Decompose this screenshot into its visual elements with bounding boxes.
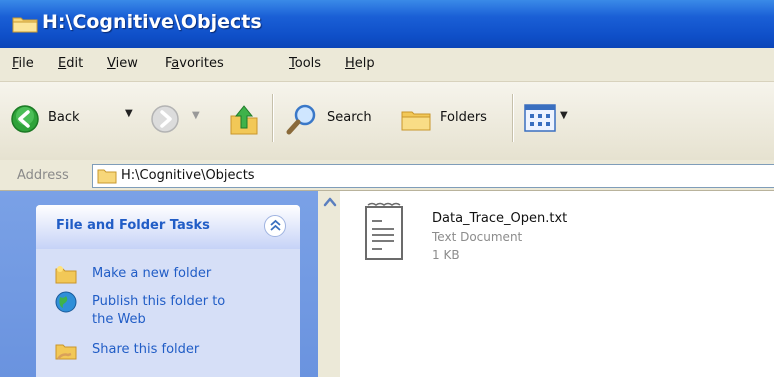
file-folder-tasks-panel: File and Folder Tasks Make a new folder bbox=[36, 205, 300, 377]
file-list-view: Data_Trace_Open.txt Text Document 1 KB bbox=[340, 191, 774, 377]
task-link-label: Make a new folder bbox=[92, 266, 212, 281]
text-document-icon bbox=[365, 202, 403, 260]
task-panel-header[interactable]: File and Folder Tasks bbox=[36, 205, 300, 249]
toolbar-separator bbox=[512, 94, 514, 142]
folders-icon bbox=[401, 111, 431, 131]
file-type: Text Document bbox=[432, 230, 523, 244]
views-button[interactable]: ▼ bbox=[524, 102, 574, 136]
folder-icon bbox=[97, 169, 117, 184]
task-link-label: Publish this folder to bbox=[92, 294, 226, 309]
back-arrow-icon bbox=[11, 105, 39, 133]
menu-help[interactable]: Help bbox=[345, 56, 375, 71]
magnifier-icon bbox=[286, 104, 316, 135]
task-panel-title: File and Folder Tasks bbox=[56, 218, 210, 233]
search-label: Search bbox=[327, 110, 372, 125]
back-button[interactable]: Back ▼ bbox=[10, 102, 133, 136]
collapse-button[interactable] bbox=[264, 215, 286, 237]
task-link-label: the Web bbox=[92, 312, 146, 327]
new-folder-icon bbox=[55, 266, 77, 284]
task-pane: File and Folder Tasks Make a new folder bbox=[0, 191, 318, 377]
share-folder-icon bbox=[55, 344, 77, 360]
forward-dropdown-icon[interactable]: ▼ bbox=[192, 110, 200, 121]
back-dropdown-icon[interactable]: ▼ bbox=[125, 108, 133, 119]
views-dropdown-icon[interactable]: ▼ bbox=[560, 110, 568, 121]
menu-favorites[interactable]: Favorites bbox=[165, 56, 224, 71]
menu-tools[interactable]: Tools bbox=[289, 56, 321, 71]
menu-file[interactable]: File bbox=[12, 56, 34, 71]
chevron-up-icon bbox=[270, 219, 281, 231]
menu-edit[interactable]: Edit bbox=[58, 56, 83, 71]
globe-icon bbox=[55, 291, 77, 313]
address-label: Address bbox=[17, 168, 69, 183]
folder-icon bbox=[12, 17, 38, 33]
file-name: Data_Trace_Open.txt bbox=[432, 211, 568, 226]
task-share-folder[interactable]: Share this folder bbox=[36, 339, 300, 361]
scroll-up-icon[interactable] bbox=[322, 194, 338, 210]
back-label: Back bbox=[48, 110, 80, 125]
views-icon bbox=[524, 104, 556, 132]
address-input[interactable]: H:\Cognitive\Objects bbox=[92, 164, 774, 188]
file-size: 1 KB bbox=[432, 248, 460, 262]
forward-button[interactable]: ▼ bbox=[150, 102, 208, 136]
task-link-label: Share this folder bbox=[92, 342, 200, 357]
task-make-new-folder[interactable]: Make a new folder bbox=[36, 263, 300, 285]
explorer-window: H:\Cognitive\Objects File Edit View Favo… bbox=[0, 0, 774, 377]
menu-bar: File Edit View Favorites Tools Help bbox=[0, 48, 774, 82]
toolbar-separator bbox=[272, 94, 274, 142]
address-value: H:\Cognitive\Objects bbox=[121, 168, 255, 183]
menu-view[interactable]: View bbox=[107, 56, 138, 71]
address-bar: Address H:\Cognitive\Objects bbox=[0, 160, 774, 191]
folders-button[interactable]: Folders bbox=[400, 102, 505, 136]
file-item[interactable]: Data_Trace_Open.txt Text Document 1 KB bbox=[360, 197, 660, 269]
search-button[interactable]: Search bbox=[285, 102, 390, 136]
task-publish-folder[interactable]: Publish this folder to the Web bbox=[36, 291, 300, 331]
window-title: H:\Cognitive\Objects bbox=[42, 11, 262, 33]
standard-toolbar: Back ▼ ▼ Search Folders ▼ bbox=[0, 82, 774, 161]
folders-label: Folders bbox=[440, 110, 487, 125]
title-bar[interactable]: H:\Cognitive\Objects bbox=[0, 0, 774, 48]
forward-arrow-icon bbox=[151, 105, 179, 133]
up-folder-icon[interactable] bbox=[228, 102, 260, 136]
